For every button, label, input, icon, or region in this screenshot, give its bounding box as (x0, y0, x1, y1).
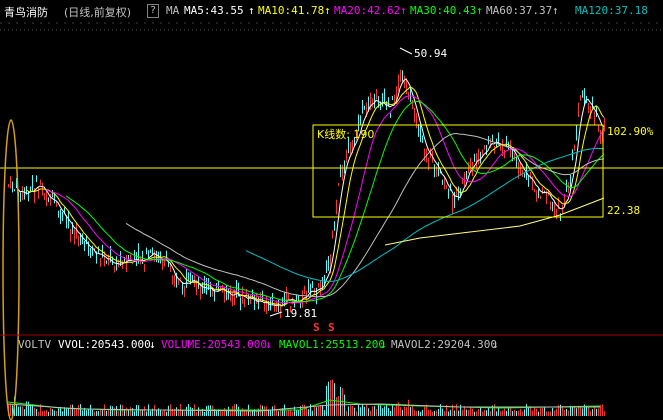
help-icon[interactable]: ? (147, 4, 159, 18)
mavol2-value: MAVOL2:29204.300 (391, 338, 497, 351)
kline-chart[interactable]: K线数: 190 102.90% 22.38 50.94 19.81 S S (0, 0, 663, 420)
ma-line (25, 86, 605, 307)
ma30-value: MA30:40.43 (410, 4, 477, 17)
box-kline-count: K线数: 190 (317, 127, 374, 141)
ma-line (15, 78, 605, 307)
vvol-value: VVOL:20543.000 (58, 338, 151, 351)
box-percentage: 102.90% (607, 125, 654, 138)
high-price-label: 50.94 (414, 47, 447, 60)
high-pointer (399, 47, 413, 55)
signal-mark: S (328, 321, 335, 334)
chart-grid (0, 22, 663, 31)
period-label[interactable]: (日线,前复权) (64, 4, 131, 20)
volume-indicator-name[interactable]: VOLTV (18, 338, 51, 351)
ma20-value: MA20:42.62 (334, 4, 401, 17)
ma10-value: MA10:41.78 (258, 4, 325, 17)
ma60-arrow: ↑ (552, 4, 559, 17)
chart-annotations: K线数: 190 102.90% 22.38 50.94 19.81 S S (0, 47, 663, 420)
ma5-arrow: ↑ (248, 4, 255, 17)
low-price-label: 19.81 (284, 307, 317, 320)
chart-header: 青鸟消防 (日线,前复权) ? MA MA5:43.55 ↑ MA10:41.7… (0, 0, 663, 22)
ma10-arrow: ↑ (324, 4, 331, 17)
volume-header: VOLTV VVOL:20543.000 ↓ VOLUME:20543.000 … (0, 336, 663, 352)
mavol1-arrow: ↓ (380, 338, 387, 351)
volume-value: VOLUME:20543.000 (161, 338, 267, 351)
highlight-ellipse (2, 119, 20, 420)
ma-label: MA (166, 4, 180, 17)
moving-average-lines (15, 78, 605, 307)
candlesticks (8, 69, 605, 319)
ma-line (45, 95, 605, 304)
stock-name[interactable]: 青鸟消防 (4, 4, 48, 20)
ma250-line (384, 197, 605, 246)
ma120-value: MA120:37.18 (575, 4, 648, 17)
mavol1-value: MAVOL1:25513.200 (279, 338, 385, 351)
mavol2-arrow: ↓ (492, 338, 499, 351)
ma20-arrow: ↑ (400, 4, 407, 17)
ma30-arrow: ↑ (476, 4, 483, 17)
vvol-arrow: ↓ (149, 338, 156, 351)
signal-mark: S (313, 321, 320, 334)
volume-arrow: ↓ (265, 338, 272, 351)
volume-bars (7, 379, 605, 416)
ma60-value: MA60:37.37 (486, 4, 553, 17)
ma5-value: MA5:43.55 (184, 4, 244, 17)
ma-line (125, 132, 605, 298)
box-low-price: 22.38 (607, 204, 640, 217)
